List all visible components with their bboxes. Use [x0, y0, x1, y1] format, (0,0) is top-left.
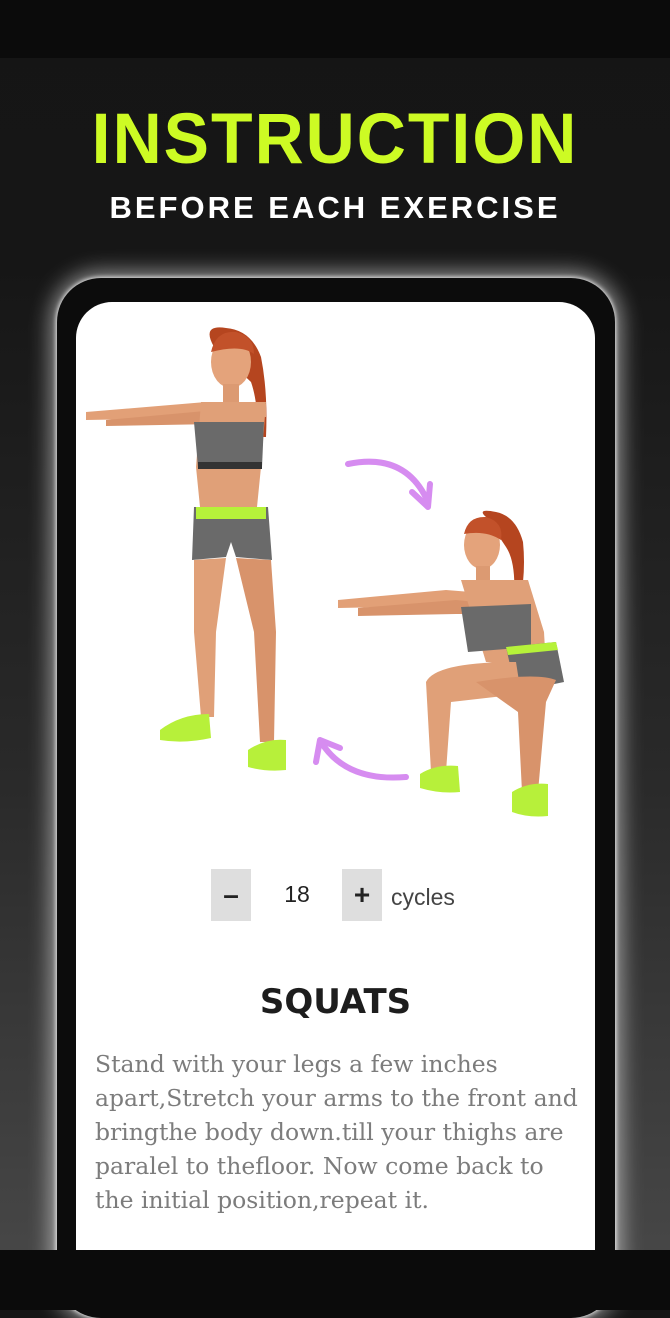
increase-button[interactable]: + [342, 869, 382, 921]
exercise-illustration [86, 327, 564, 817]
squatting-figure [338, 510, 564, 817]
standing-figure [86, 327, 286, 771]
decrease-button[interactable]: – [211, 869, 251, 921]
cycle-counter: – 18 + cycles [76, 867, 595, 923]
exercise-description: Stand with your legs a few inches apart,… [95, 1050, 578, 1214]
phone-screen: – 18 + cycles SQUATS Stand with your leg… [76, 302, 595, 1262]
exercise-name: SQUATS [259, 982, 412, 1022]
promo-subtitle: BEFORE EACH EXERCISE [109, 190, 561, 225]
status-bar-area [0, 0, 670, 58]
cycle-unit-label: cycles [391, 884, 455, 910]
cycle-count-value: 18 [284, 881, 310, 907]
bottom-bar-area [0, 1250, 670, 1310]
promo-title: INSTRUCTION [91, 99, 579, 179]
